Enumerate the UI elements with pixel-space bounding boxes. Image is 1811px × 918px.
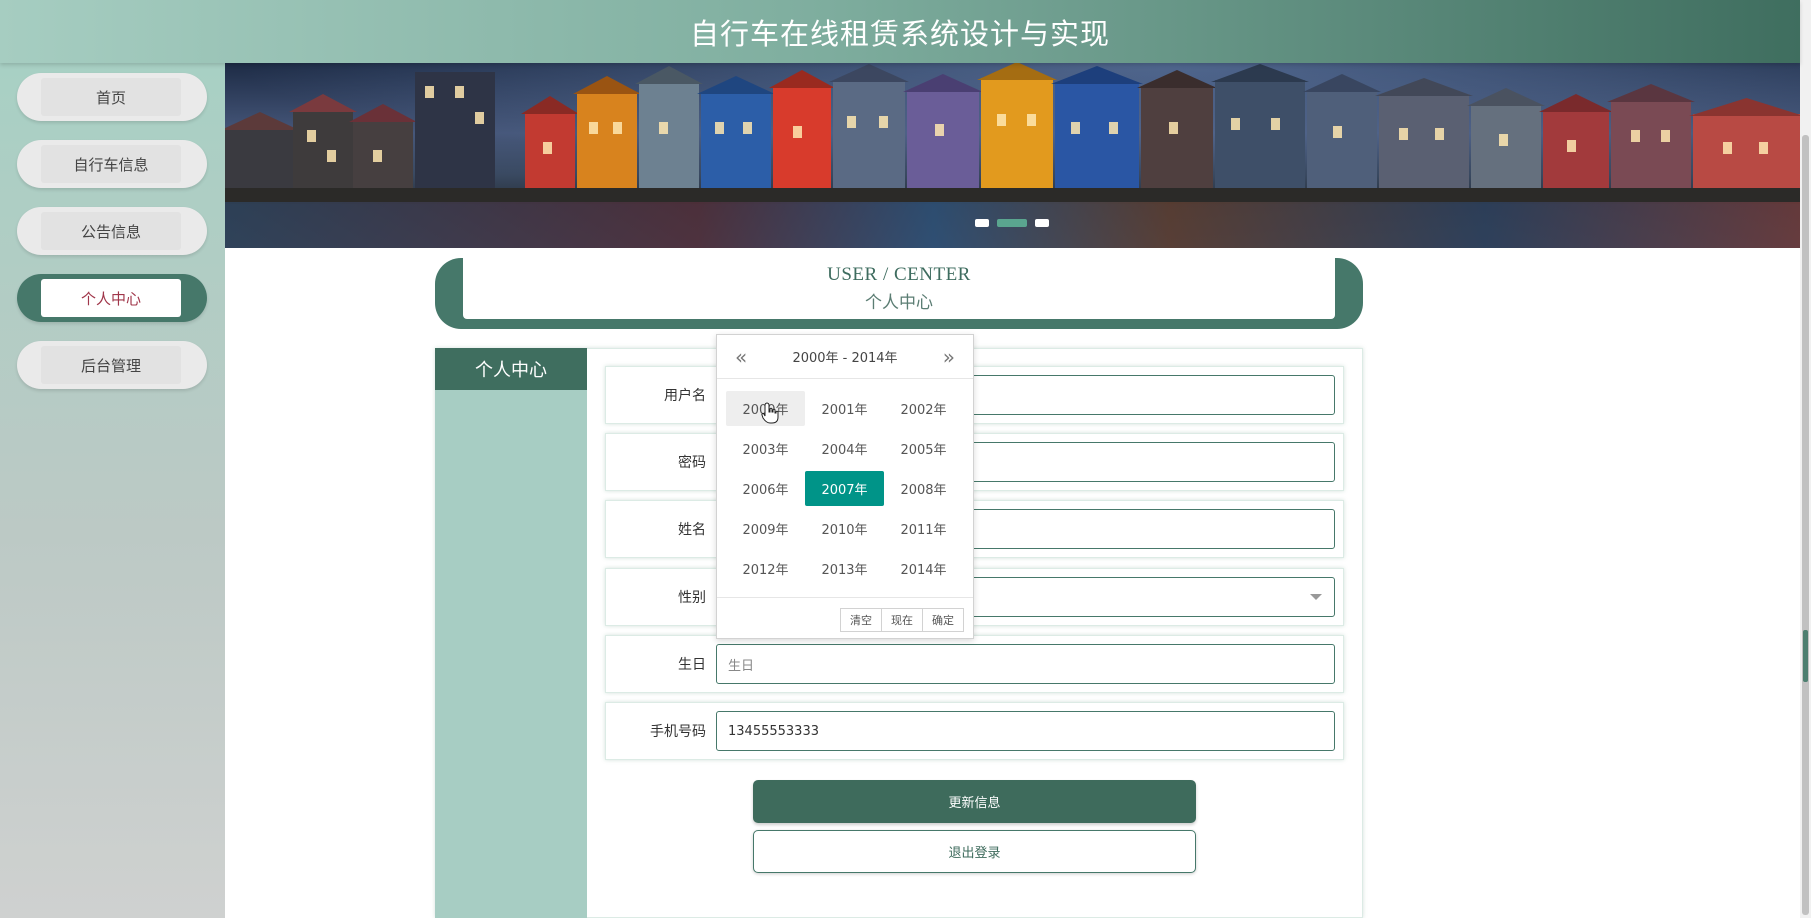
carousel-dot-1[interactable] xyxy=(975,219,989,227)
site-title: 自行车在线租赁系统设计与实现 xyxy=(689,16,1110,51)
panel-side-column xyxy=(435,348,587,918)
sidebar-item-label: 首页 xyxy=(41,78,181,116)
username-label: 用户名 xyxy=(664,388,706,404)
year-cell[interactable]: 2001年 xyxy=(805,391,884,426)
year-cell[interactable]: 2005年 xyxy=(884,431,963,466)
sidebar-item-user-center[interactable]: 个人中心 xyxy=(17,274,207,322)
panel-side-tab[interactable]: 个人中心 xyxy=(435,348,587,390)
banner-carousel[interactable] xyxy=(225,63,1800,248)
page-scrollbar[interactable] xyxy=(1800,0,1811,918)
picker-clear-button[interactable]: 清空 xyxy=(840,608,882,632)
form-row-birthday: 生日 生日 xyxy=(605,635,1344,693)
year-picker-popup: « 2000年 - 2014年 » 2000年 2001年 2002年 2003… xyxy=(716,334,974,639)
year-cell[interactable]: 2013年 xyxy=(805,551,884,586)
sidebar-item-notices[interactable]: 公告信息 xyxy=(17,207,207,255)
year-cell[interactable]: 2009年 xyxy=(726,511,805,546)
top-header: 自行车在线租赁系统设计与实现 xyxy=(0,0,1800,63)
carousel-indicators xyxy=(975,219,1049,227)
year-cell-selected[interactable]: 2007年 xyxy=(805,471,884,506)
hand-cursor-icon xyxy=(761,402,779,424)
sidebar-item-bikes[interactable]: 自行车信息 xyxy=(17,140,207,188)
carousel-dot-2[interactable] xyxy=(997,219,1027,227)
sidebar-item-label: 自行车信息 xyxy=(41,145,181,183)
sidebar-item-home[interactable]: 首页 xyxy=(17,73,207,121)
phone-label: 手机号码 xyxy=(650,724,706,740)
sidebar-item-label: 个人中心 xyxy=(41,279,181,317)
section-title-cn: 个人中心 xyxy=(865,293,933,312)
update-info-button[interactable]: 更新信息 xyxy=(753,780,1196,823)
year-cell[interactable]: 2010年 xyxy=(805,511,884,546)
year-cell[interactable]: 2014年 xyxy=(884,551,963,586)
year-cell[interactable]: 2006年 xyxy=(726,471,805,506)
picker-actions: 清空 现在 确定 xyxy=(840,608,964,632)
prev-range-icon[interactable]: « xyxy=(735,345,747,369)
name-label: 姓名 xyxy=(678,522,706,538)
sidebar-item-label: 后台管理 xyxy=(41,346,181,384)
sidebar-item-admin[interactable]: 后台管理 xyxy=(17,341,207,389)
year-range-label[interactable]: 2000年 - 2014年 xyxy=(792,347,897,366)
chevron-down-icon xyxy=(1310,594,1322,600)
year-picker-header: « 2000年 - 2014年 » xyxy=(717,335,973,379)
picker-divider xyxy=(717,597,973,598)
scroll-marker xyxy=(1803,630,1808,682)
carousel-dot-3[interactable] xyxy=(1035,219,1049,227)
password-label: 密码 xyxy=(678,455,706,471)
sidebar-item-label: 公告信息 xyxy=(41,212,181,250)
user-center-header: USER / CENTER 个人中心 xyxy=(435,258,1363,329)
year-cell[interactable]: 2004年 xyxy=(805,431,884,466)
phone-input[interactable]: 13455553333 xyxy=(716,711,1335,751)
section-title-en: USER / CENTER xyxy=(827,264,971,285)
birthday-label: 生日 xyxy=(678,657,706,673)
sidebar: 首页 自行车信息 公告信息 个人中心 后台管理 xyxy=(0,63,225,918)
picker-confirm-button[interactable]: 确定 xyxy=(922,608,964,632)
year-cell[interactable]: 2002年 xyxy=(884,391,963,426)
next-range-icon[interactable]: » xyxy=(943,345,955,369)
logout-button[interactable]: 退出登录 xyxy=(753,830,1196,873)
birthday-input[interactable]: 生日 xyxy=(716,644,1335,684)
gender-label: 性别 xyxy=(678,590,706,606)
form-row-phone: 手机号码 13455553333 xyxy=(605,702,1344,760)
year-cell[interactable]: 2003年 xyxy=(726,431,805,466)
year-cell[interactable]: 2011年 xyxy=(884,511,963,546)
year-cell[interactable]: 2008年 xyxy=(884,471,963,506)
picker-now-button[interactable]: 现在 xyxy=(881,608,923,632)
year-cell[interactable]: 2012年 xyxy=(726,551,805,586)
